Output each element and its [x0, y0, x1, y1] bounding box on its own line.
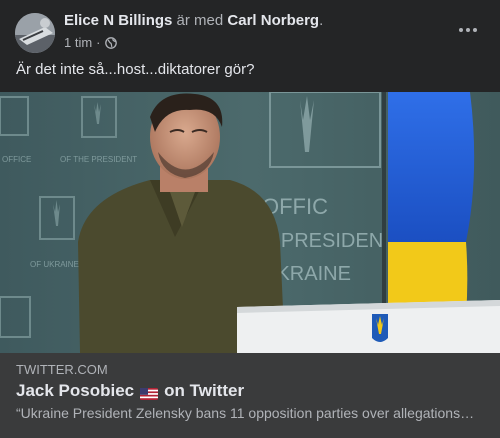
facebook-post: Elice N Billings är med Carl Norberg. 1 … — [0, 0, 500, 438]
banner-left-line-1: OFFICE — [2, 155, 31, 164]
link-title: Jack Posobiec on Twitter — [16, 381, 244, 401]
author-avatar[interactable] — [15, 13, 55, 53]
post-message: Är det inte så...host...diktatorer gör? — [16, 61, 255, 78]
us-flag-icon — [140, 385, 159, 400]
meta-separator: · — [96, 35, 101, 50]
post-meta: 1 tim · — [64, 35, 117, 50]
more-options-icon[interactable] — [450, 18, 486, 42]
banner-left-line-2: OF THE PRESIDENT — [60, 155, 137, 164]
link-domain: TWITTER.COM — [16, 362, 108, 377]
link-title-suffix: on Twitter — [164, 381, 245, 400]
with-connector: är med — [172, 12, 228, 29]
author-line: Elice N Billings är med Carl Norberg. — [64, 12, 323, 29]
globe-icon[interactable] — [104, 36, 117, 49]
link-preview-info[interactable]: TWITTER.COM Jack Posobiec on Twitter “Uk… — [0, 353, 500, 438]
tagged-person[interactable]: Carl Norberg — [227, 12, 319, 29]
link-title-author: Jack Posobiec — [16, 381, 135, 400]
link-preview-image[interactable]: OFFICE OF THE PRESIDENT OF UKRAINE OFFIC… — [0, 92, 500, 353]
link-description: “Ukraine President Zelensky bans 11 oppo… — [16, 405, 476, 421]
post-time[interactable]: 1 tim — [64, 35, 92, 50]
period: . — [319, 12, 324, 29]
banner-left-line-3: OF UKRAINE — [30, 260, 79, 269]
post-header: Elice N Billings är med Carl Norberg. 1 … — [0, 0, 500, 60]
author-name[interactable]: Elice N Billings — [64, 12, 172, 29]
